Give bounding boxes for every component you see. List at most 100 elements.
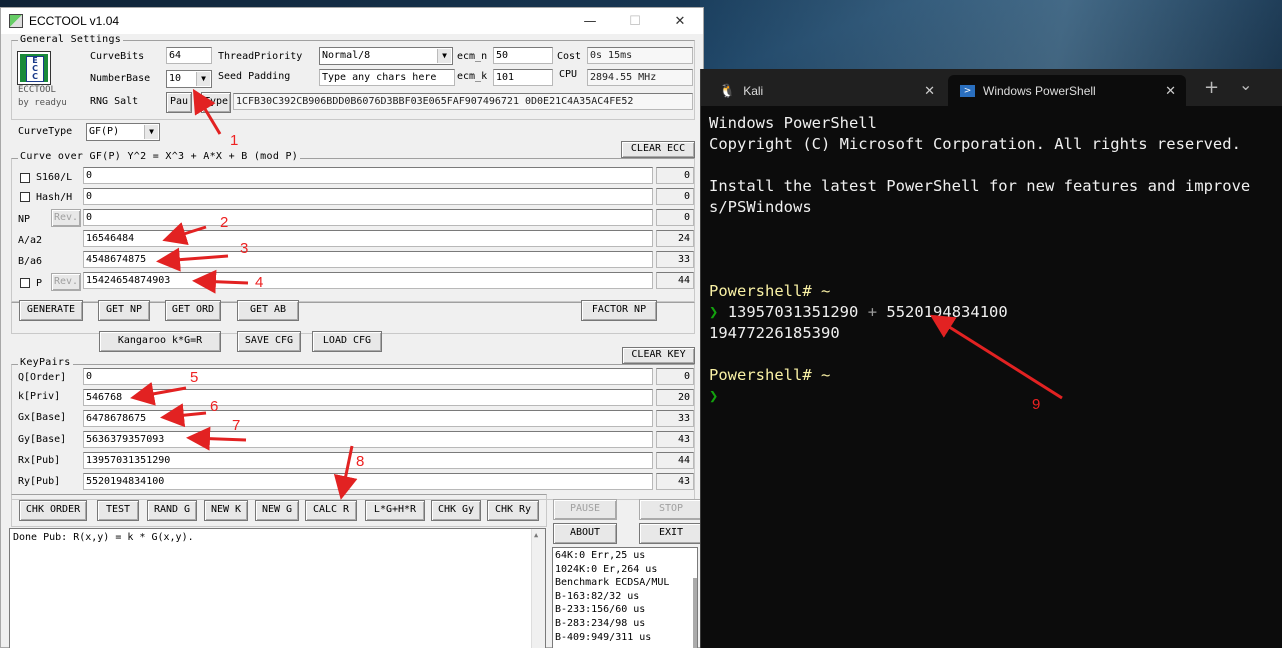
hash-checkbox[interactable]: [20, 192, 30, 202]
save-cfg-button[interactable]: SAVE CFG: [237, 331, 301, 352]
kp-label-gy: Gy[Base]: [18, 434, 67, 445]
new-k-button[interactable]: NEW K: [204, 500, 248, 521]
bench-line: B-163:82/32 us: [555, 590, 640, 602]
pause-button[interactable]: PAUSE: [553, 499, 617, 520]
b-input[interactable]: 4548674875: [83, 251, 653, 268]
salt-value: 1CFB30C392CB906BDD0B6076D3BBF03E065FAF90…: [233, 93, 693, 110]
threadpriority-select[interactable]: Normal/8 ▼: [319, 47, 453, 65]
lg-hr-button[interactable]: L*G+H*R: [365, 500, 425, 521]
prompt-chevron: ❯: [709, 387, 719, 405]
cpu-label: CPU: [559, 69, 578, 80]
new-tab-button[interactable]: +: [1204, 77, 1219, 98]
log-scrollbar[interactable]: ▲: [531, 529, 545, 648]
minimize-button[interactable]: —: [567, 8, 613, 34]
curve-label-hash: Hash/H: [36, 192, 73, 203]
np-input[interactable]: 0: [83, 209, 653, 226]
p-rev-button[interactable]: Rev.: [51, 273, 81, 291]
exit-button[interactable]: EXIT: [639, 523, 703, 544]
curvetype-select[interactable]: GF(P) ▼: [86, 123, 160, 141]
generate-button[interactable]: GENERATE: [19, 300, 83, 321]
tab-label: Windows PowerShell: [983, 83, 1096, 98]
about-button[interactable]: ABOUT: [553, 523, 617, 544]
type-salt-button[interactable]: Type: [201, 92, 231, 113]
curve-label-s160: S160/L: [36, 172, 73, 183]
stop-button[interactable]: STOP: [639, 499, 703, 520]
get-ord-button[interactable]: GET ORD: [165, 300, 221, 321]
p-input[interactable]: 15424654874903: [83, 272, 653, 289]
curvetype-label: CurveType: [18, 126, 73, 137]
chk-ry-button[interactable]: CHK Ry: [487, 500, 539, 521]
rand-g-button[interactable]: RAND G: [147, 500, 197, 521]
cost-value: 0s 15ms: [587, 47, 693, 64]
clear-key-button[interactable]: CLEAR KEY: [622, 347, 695, 364]
window-title: ECCTOOL v1.04: [29, 14, 120, 28]
load-cfg-button[interactable]: LOAD CFG: [312, 331, 382, 352]
ry-pub-input[interactable]: 5520194834100: [83, 473, 653, 490]
get-ab-button[interactable]: GET AB: [237, 300, 299, 321]
annotation-label: 5: [190, 369, 199, 386]
gx-count: 33: [656, 410, 694, 427]
curvebits-label: CurveBits: [90, 51, 145, 62]
chevron-up-icon: ▲: [534, 531, 539, 539]
rngsalt-label: RNG Salt: [90, 96, 139, 107]
ecm-n-label: ecm_n: [457, 51, 488, 62]
terminal-output[interactable]: Windows PowerShell Copyright (C) Microso…: [709, 113, 1250, 407]
s160-checkbox[interactable]: [20, 173, 30, 183]
benchmark-output[interactable]: 64K:0 Err,25 us 1024K:0 Er,264 us Benchm…: [552, 547, 698, 648]
term-line: s/PSWindows: [709, 198, 812, 216]
ecc-logo: ECC: [17, 51, 51, 85]
term-line: Install the latest PowerShell for new fe…: [709, 177, 1251, 195]
gx-base-input[interactable]: 6478678675: [83, 410, 653, 427]
pause-salt-button[interactable]: Pau: [166, 92, 192, 113]
np-rev-button[interactable]: Rev.: [51, 209, 81, 227]
log-output[interactable]: Done Pub: R(x,y) = k * G(x,y). ▲: [9, 528, 546, 648]
factor-np-button[interactable]: FACTOR NP: [581, 300, 657, 321]
s160-input[interactable]: 0: [83, 167, 653, 184]
terminal-window: 🐧 Kali ✕ > Windows PowerShell ✕ + ⌄ Wind…: [700, 69, 1282, 648]
chevron-down-icon[interactable]: ⌄: [1239, 75, 1252, 94]
maximize-button[interactable]: ☐: [612, 8, 658, 34]
log-text: Done Pub: R(x,y) = k * G(x,y).: [13, 532, 194, 543]
title-bar[interactable]: ECCTOOL v1.04 — ☐ ✕: [1, 8, 703, 34]
cmd-operator: +: [867, 303, 878, 321]
rx-count: 44: [656, 452, 694, 469]
rx-pub-input[interactable]: 13957031351290: [83, 452, 653, 469]
curvebits-input[interactable]: 64: [166, 47, 212, 64]
kp-label-k: k[Priv]: [18, 391, 61, 402]
close-icon[interactable]: ✕: [1165, 83, 1176, 99]
tab-label: Kali: [743, 83, 764, 98]
logo-author: by readyu: [18, 98, 67, 108]
kangaroo-button[interactable]: Kangaroo k*G=R: [99, 331, 221, 352]
numberbase-select[interactable]: 10 ▼: [166, 70, 212, 88]
bench-scrollbar[interactable]: [693, 578, 697, 648]
get-np-button[interactable]: GET NP: [98, 300, 150, 321]
chk-order-button[interactable]: CHK ORDER: [19, 500, 87, 521]
clear-ecc-button[interactable]: CLEAR ECC: [621, 141, 695, 158]
annotation-label: 2: [220, 214, 229, 231]
bench-line: 1024K:0 Er,264 us: [555, 563, 658, 575]
calc-r-button[interactable]: CALC R: [305, 500, 357, 521]
hash-count: 0: [656, 188, 694, 205]
seedpadding-input[interactable]: Type any chars here: [319, 69, 455, 86]
a-input[interactable]: 16546484: [83, 230, 653, 247]
chk-gy-button[interactable]: CHK Gy: [431, 500, 481, 521]
new-g-button[interactable]: NEW G: [255, 500, 299, 521]
keypairs-legend: KeyPairs: [18, 357, 73, 368]
test-button[interactable]: TEST: [97, 500, 139, 521]
bench-line: B-233:156/60 us: [555, 604, 646, 616]
chevron-down-icon: ▼: [437, 49, 451, 63]
tab-kali[interactable]: 🐧 Kali ✕: [707, 75, 945, 106]
ecm-k-input[interactable]: 101: [493, 69, 553, 86]
q-order-input[interactable]: 0: [83, 368, 653, 385]
k-priv-input[interactable]: 546768: [83, 389, 653, 406]
curve-label-np: NP: [18, 214, 31, 225]
tab-powershell[interactable]: > Windows PowerShell ✕: [948, 75, 1186, 106]
ecm-n-input[interactable]: 50: [493, 47, 553, 64]
gy-count: 43: [656, 431, 694, 448]
close-button[interactable]: ✕: [657, 8, 703, 34]
hash-input[interactable]: 0: [83, 188, 653, 205]
gy-base-input[interactable]: 5636379357093: [83, 431, 653, 448]
curvetype-value: GF(P): [89, 126, 120, 137]
p-checkbox[interactable]: [20, 278, 30, 288]
close-icon[interactable]: ✕: [924, 83, 935, 99]
